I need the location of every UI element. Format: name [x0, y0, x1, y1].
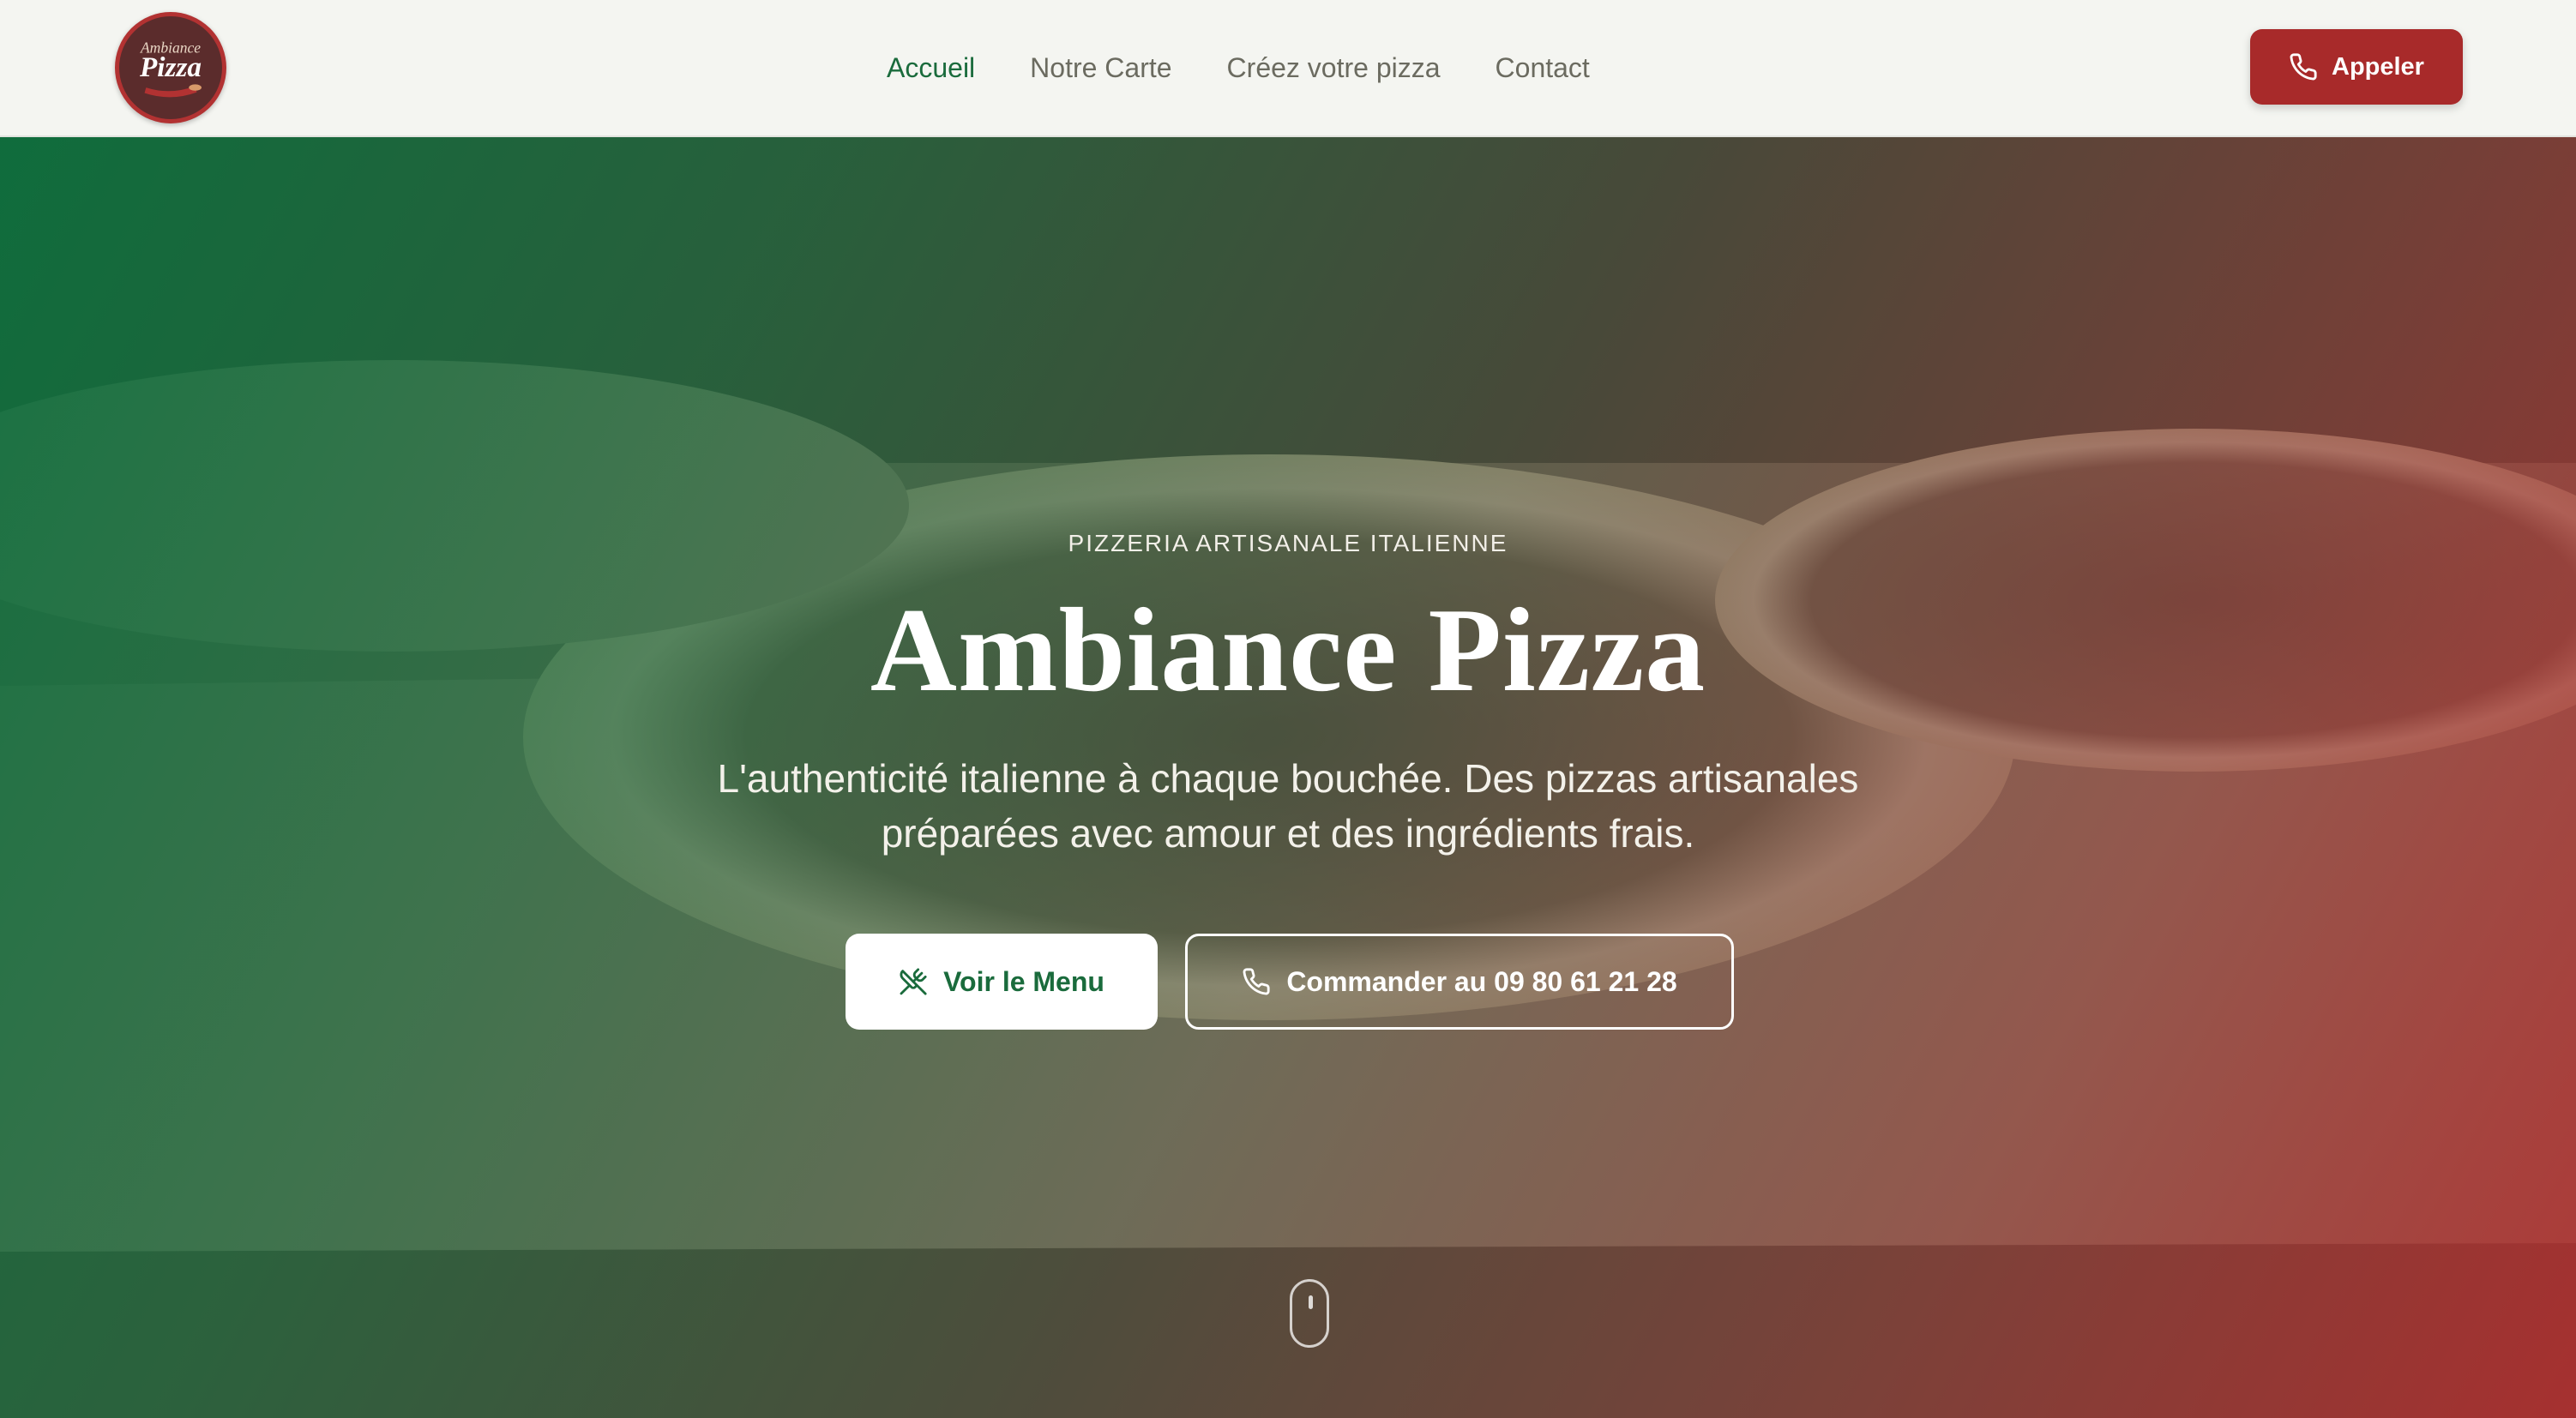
call-button[interactable]: Appeler: [2250, 29, 2463, 105]
nav-item-creez-votre-pizza[interactable]: Créez votre pizza: [1227, 52, 1441, 84]
hero-section: PIZZERIA ARTISANALE ITALIENNE Ambiance P…: [0, 137, 2576, 1418]
main-nav: Accueil Notre Carte Créez votre pizza Co…: [887, 48, 1645, 87]
logo[interactable]: Ambiance Pizza: [115, 12, 226, 123]
nav-item-contact[interactable]: Contact: [1496, 52, 1590, 84]
utensils-crossed-icon: [900, 968, 927, 995]
mouse-scroll-icon[interactable]: [1290, 1279, 1329, 1348]
hero-subtitle: L'authenticité italienne à chaque bouché…: [645, 751, 1931, 861]
hero-subtitle-line-2: préparées avec amour et des ingrédients …: [881, 811, 1695, 856]
pizza-logo-icon: Ambiance Pizza: [139, 39, 202, 98]
order-phone-button[interactable]: Commander au 09 80 61 21 28: [1185, 934, 1734, 1030]
view-menu-button[interactable]: Voir le Menu: [846, 934, 1158, 1030]
view-menu-button-label: Voir le Menu: [943, 965, 1104, 997]
nav-item-accueil[interactable]: Accueil: [887, 52, 975, 84]
logo-main-text: Pizza: [139, 51, 202, 83]
phone-icon: [2290, 53, 2317, 81]
nav-item-notre-carte[interactable]: Notre Carte: [1030, 52, 1171, 84]
order-phone-button-label: Commander au 09 80 61 21 28: [1286, 965, 1677, 997]
call-button-label: Appeler: [2332, 52, 2424, 81]
hero-subtitle-line-1: L'authenticité italienne à chaque bouché…: [717, 756, 1859, 801]
hero-eyebrow: PIZZERIA ARTISANALE ITALIENNE: [1068, 530, 1508, 556]
hero-title: Ambiance Pizza: [870, 584, 1706, 717]
hero-content: PIZZERIA ARTISANALE ITALIENNE Ambiance P…: [0, 137, 2576, 1418]
scroll-wheel-dot: [1309, 1295, 1313, 1309]
phone-icon: [1243, 968, 1270, 995]
site-header: Ambiance Pizza Accueil Notre Carte Créez…: [0, 0, 2576, 137]
